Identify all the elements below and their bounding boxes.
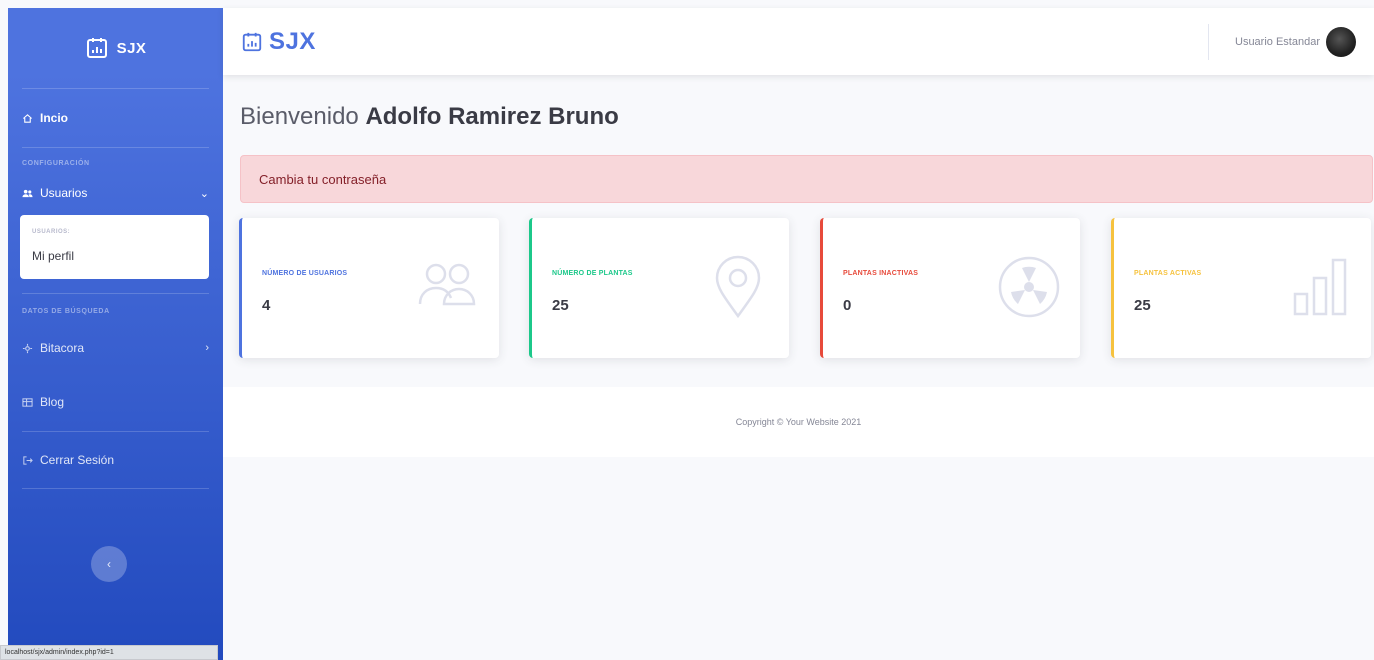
copyright-text: Copyright © Your Website 2021 [735, 417, 862, 427]
card-label: PLANTAS INACTIVAS [843, 270, 919, 277]
bar-chart-icon [1293, 258, 1347, 316]
sidebar-brand[interactable]: SJX [8, 8, 223, 88]
sidebar-item-inicio[interactable]: Incio [8, 89, 223, 147]
table-icon [22, 397, 33, 407]
sidebar-item-bitacora[interactable]: Bitacora › [8, 323, 223, 373]
browser-status-url: localhost/sjx/admin/index.php?id=1 [0, 645, 218, 660]
card-label: NÚMERO DE USUARIOS [262, 270, 348, 277]
topbar-brand-text: SJX [269, 27, 316, 55]
sidebar-item-blog[interactable]: Blog [8, 373, 223, 431]
card-plantas-inactivas: PLANTAS INACTIVAS 0 [820, 218, 1080, 358]
sidebar-item-label: Bitacora [40, 341, 85, 355]
card-value: 4 [262, 297, 271, 314]
card-label: PLANTAS ACTIVAS [1134, 270, 1202, 277]
sidebar-item-label: Cerrar Sesión [40, 453, 115, 467]
sidebar-item-label: Usuarios [40, 186, 88, 200]
chart-logo-icon [86, 38, 107, 58]
sign-out-icon [23, 455, 33, 465]
topbar: SJX Usuario Estandar [223, 8, 1374, 75]
chart-logo-icon [242, 32, 262, 51]
sidebar-heading-search: DATOS DE BÚSQUEDA [22, 308, 110, 315]
chevron-left-icon: ‹ [107, 557, 111, 571]
user-name-label: Usuario Estandar [1235, 35, 1320, 48]
password-alert: Cambia tu contraseña [240, 155, 1373, 203]
welcome-prefix: Bienvenido [240, 103, 359, 130]
users-icon [22, 189, 33, 197]
sidebar-brand-text: SJX [116, 39, 147, 57]
sidebar-item-usuarios[interactable]: Usuarios ⌄ [8, 175, 223, 211]
page-title: Bienvenido Adolfo Ramirez Bruno [240, 103, 619, 131]
card-usuarios: NÚMERO DE USUARIOS 4 [239, 218, 499, 358]
collapse-item-mi-perfil[interactable]: Mi perfil [32, 249, 197, 263]
card-plantas-activas: PLANTAS ACTIVAS 25 [1111, 218, 1371, 358]
collapse-menu-usuarios: USUARIOS: Mi perfil [20, 215, 209, 279]
sidebar-item-label: Blog [40, 395, 65, 409]
card-plantas: NÚMERO DE PLANTAS 25 [529, 218, 789, 358]
home-icon [23, 113, 32, 123]
card-value: 25 [552, 297, 569, 314]
sidebar-item-label: Incio [40, 111, 69, 125]
divider [22, 488, 209, 489]
sidebar-heading-config: CONFIGURACIÓN [22, 160, 90, 167]
card-value: 0 [843, 297, 852, 314]
collapse-header: USUARIOS: [32, 229, 71, 235]
chevron-right-icon: › [205, 342, 209, 354]
users-icon [418, 263, 476, 306]
user-dropdown[interactable]: Usuario Estandar [1208, 23, 1356, 60]
alert-text: Cambia tu contraseña [259, 171, 387, 187]
user-full-name: Adolfo Ramirez Bruno [365, 103, 619, 130]
chevron-down-icon: ⌄ [199, 187, 209, 200]
card-value: 25 [1134, 297, 1151, 314]
map-marker-icon [715, 255, 761, 319]
topbar-brand[interactable]: SJX [241, 28, 316, 56]
avatar [1326, 26, 1356, 57]
radiation-icon [998, 256, 1060, 318]
footer: Copyright © Your Website 2021 [223, 387, 1374, 457]
cog-icon [22, 343, 33, 353]
sidebar-toggle-button[interactable]: ‹ [91, 546, 127, 582]
card-label: NÚMERO DE PLANTAS [552, 270, 633, 277]
sidebar-item-cerrar-sesion[interactable]: Cerrar Sesión [8, 432, 223, 488]
